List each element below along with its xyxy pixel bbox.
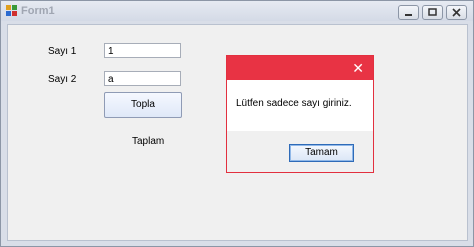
sayi1-label: Sayı 1 <box>48 46 77 57</box>
tamam-button[interactable]: Tamam <box>289 144 354 162</box>
sayi2-input[interactable]: a <box>104 71 181 86</box>
window-title: Form1 <box>21 5 55 17</box>
form1-window: Form1 Sayı 1 1 Sayı 2 a Topla Taplam ✕ L… <box>0 0 474 247</box>
maximize-button[interactable] <box>422 5 443 20</box>
sayi1-input[interactable]: 1 <box>104 43 181 58</box>
message-box-footer: Tamam <box>227 131 373 172</box>
minimize-button[interactable] <box>398 5 419 20</box>
close-icon <box>452 8 461 17</box>
topla-button[interactable]: Topla <box>104 92 182 118</box>
minimize-icon <box>405 14 412 16</box>
message-box: ✕ Lütfen sadece sayı giriniz. Tamam <box>226 55 374 173</box>
message-box-title-bar[interactable]: ✕ <box>227 56 373 80</box>
title-bar[interactable]: Form1 <box>1 1 473 21</box>
maximize-icon <box>428 8 437 16</box>
taplam-label: Taplam <box>132 136 165 147</box>
app-icon <box>6 5 17 16</box>
message-box-close-icon[interactable]: ✕ <box>352 61 364 75</box>
message-text: Lütfen sadece sayı giriniz. <box>236 98 352 109</box>
sayi2-label: Sayı 2 <box>48 74 77 85</box>
close-button[interactable] <box>446 5 467 20</box>
